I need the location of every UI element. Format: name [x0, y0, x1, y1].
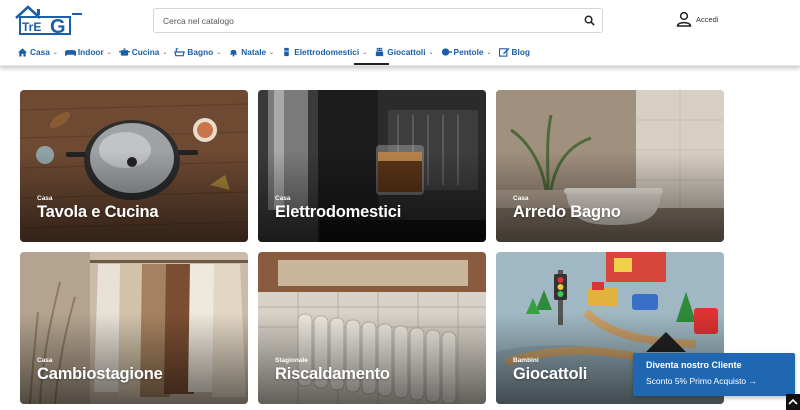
card-kicker: Casa — [513, 195, 529, 202]
category-card-tavola-cucina[interactable]: Casa Tavola e Cucina — [20, 90, 248, 242]
chevron-down-icon: ⌄ — [52, 49, 58, 56]
category-grid: Casa Tavola e Cucina Casa Elettrodomesti… — [20, 90, 724, 404]
card-kicker: Bambini — [513, 357, 539, 364]
card-title: Elettrodomestici — [275, 203, 402, 221]
home-icon — [17, 48, 28, 57]
scroll-to-top-button[interactable] — [786, 394, 800, 410]
nav-label: Elettrodomestici — [294, 47, 360, 57]
nav-item-elettrodomestici[interactable]: Elettrodomestici ⌄ — [281, 47, 367, 57]
nav-label: Natale — [241, 47, 267, 57]
chevron-up-icon — [788, 398, 798, 405]
card-title: Giocattoli — [513, 365, 588, 383]
category-card-cambiostagione[interactable]: Casa Cambiostagione — [20, 252, 248, 404]
promo-title: Diventa nostro Cliente — [646, 360, 742, 370]
nav-label: Indoor — [77, 47, 104, 57]
promo-banner[interactable]: Diventa nostro Cliente Sconto 5% Primo A… — [633, 353, 795, 396]
search-icon[interactable] — [584, 15, 595, 26]
treg-logo[interactable]: TrE G — [14, 4, 84, 36]
nav-item-cucina[interactable]: Cucina ⌄ — [118, 47, 168, 57]
promo-discount-link[interactable]: Sconto 5% Primo Acquisto → — [646, 376, 795, 386]
nav-label: Pentole — [453, 47, 484, 57]
search-input[interactable] — [154, 9, 554, 32]
nav-label: Casa — [30, 47, 50, 57]
nav-item-casa[interactable]: Casa ⌄ — [17, 47, 58, 57]
chevron-down-icon: ⌄ — [362, 49, 368, 56]
toy-icon — [376, 47, 384, 57]
card-title: Cambiostagione — [37, 365, 163, 383]
pan-icon — [441, 48, 452, 56]
card-kicker: Casa — [37, 357, 53, 364]
nav-item-blog[interactable]: Blog — [498, 47, 530, 57]
card-kicker: Stagionale — [275, 357, 308, 364]
card-title: Riscaldamento — [275, 365, 390, 383]
login-link[interactable]: Accedi — [676, 11, 719, 27]
chevron-down-icon: ⌄ — [162, 49, 168, 56]
chevron-down-icon: ⌄ — [269, 49, 275, 56]
nav-label: Giocattoli — [387, 47, 426, 57]
svg-text:TrE: TrE — [22, 20, 41, 34]
nav-label: Cucina — [131, 47, 160, 57]
chevron-down-icon: ⌄ — [216, 49, 222, 56]
nav-item-bagno[interactable]: Bagno ⌄ — [174, 47, 221, 57]
card-kicker: Casa — [37, 195, 53, 202]
top-header: TrE G Accedi — [0, 0, 800, 42]
card-kicker: Casa — [275, 195, 291, 202]
card-title: Arredo Bagno — [513, 203, 621, 221]
user-icon — [676, 11, 692, 27]
nav-label: Bagno — [187, 47, 214, 57]
nav-item-natale[interactable]: Natale ⌄ — [228, 47, 274, 57]
bathtub-icon — [174, 48, 186, 57]
category-card-arredo-bagno[interactable]: Casa Arredo Bagno — [496, 90, 724, 242]
search-box — [153, 8, 603, 33]
chevron-down-icon: ⌄ — [428, 49, 434, 56]
chevron-down-icon: ⌄ — [106, 49, 112, 56]
bell-icon — [230, 49, 238, 57]
nav-item-giocattoli[interactable]: Giocattoli ⌄ — [374, 47, 434, 57]
svg-text:G: G — [50, 16, 66, 36]
nav-label: Blog — [511, 47, 530, 57]
category-card-riscaldamento[interactable]: Stagionale Riscaldamento — [258, 252, 486, 404]
nav-item-indoor[interactable]: Indoor ⌄ — [64, 47, 112, 57]
main-nav: Casa ⌄ Indoor ⌄ Cucina ⌄ Bagno ⌄ Natale … — [0, 42, 800, 66]
active-nav-indicator — [354, 63, 389, 65]
card-title: Tavola e Cucina — [37, 203, 159, 221]
category-card-elettrodomestici[interactable]: Casa Elettrodomestici — [258, 90, 486, 242]
nav-item-pentole[interactable]: Pentole ⌄ — [441, 47, 492, 57]
login-label: Accedi — [696, 14, 719, 24]
pot-icon — [118, 48, 130, 56]
appliance-icon — [284, 47, 289, 57]
chevron-down-icon: ⌄ — [486, 49, 492, 56]
sofa-icon — [64, 50, 76, 56]
edit-icon — [498, 47, 510, 57]
